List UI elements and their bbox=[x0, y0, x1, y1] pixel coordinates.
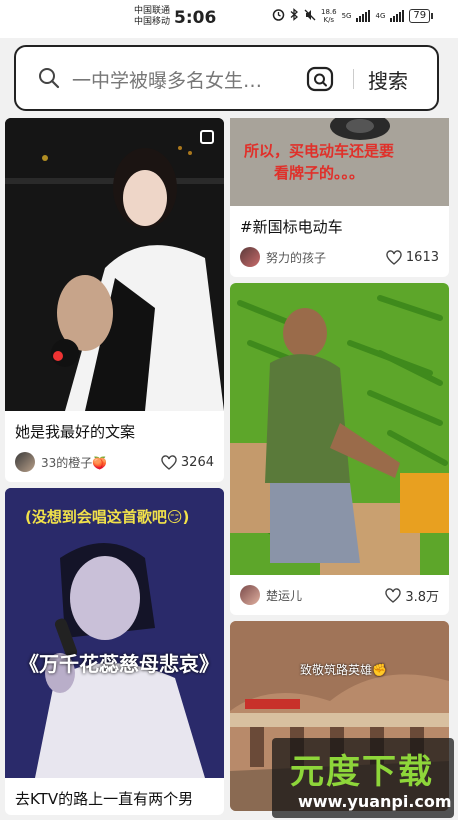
feed-card[interactable]: 楚运儿 3.8万 bbox=[230, 283, 449, 615]
card-image bbox=[230, 283, 449, 575]
like-button[interactable]: 3.8万 bbox=[385, 586, 439, 605]
divider bbox=[353, 69, 354, 89]
card-image: (没想到会唱这首歌吧😏) 《万千花蕊慈母悲哀》 bbox=[5, 488, 224, 778]
author-name[interactable]: 33的橙子🍑 bbox=[41, 454, 161, 471]
feed-card[interactable]: (没想到会唱这首歌吧😏) 《万千花蕊慈母悲哀》 去KTV的路上一直有两个男 bbox=[5, 488, 224, 815]
carrier-2: 中国移动 bbox=[134, 17, 171, 27]
avatar[interactable] bbox=[15, 452, 35, 472]
search-button[interactable]: 搜索 bbox=[368, 65, 408, 94]
battery-indicator: 79 bbox=[409, 9, 433, 23]
card-meta: 努力的孩子 1613 bbox=[230, 243, 449, 277]
feed-column-right: 所以，买电动车还是要 看牌子的。。。 #新国标电动车 努力的孩子 1613 楚运… bbox=[230, 118, 449, 817]
card-title: 她是我最好的文案 bbox=[15, 423, 136, 441]
network-type-1: 5G bbox=[341, 12, 352, 20]
avatar[interactable] bbox=[240, 247, 260, 267]
avatar[interactable] bbox=[240, 585, 260, 605]
signal-bars-2-icon bbox=[390, 10, 405, 22]
signal-bars-1-icon bbox=[356, 10, 371, 22]
like-count: 1613 bbox=[405, 249, 439, 265]
search-bar[interactable]: 一中学被曝多名女生… 搜索 bbox=[14, 45, 439, 111]
carrier-info: 中国联通 中国移动 bbox=[134, 6, 170, 28]
mute-icon bbox=[304, 9, 316, 24]
network-speed: 18.6 K/s bbox=[321, 8, 337, 24]
overlay-line-2: 看牌子的。。。 bbox=[274, 164, 365, 182]
card-title: #新国标电动车 bbox=[240, 218, 343, 236]
status-icons: 18.6 K/s 5G 4G 79 bbox=[272, 8, 433, 24]
like-button[interactable]: 1613 bbox=[386, 250, 439, 265]
heart-icon bbox=[386, 249, 402, 265]
card-overlay-caption: 所以，买电动车还是要 看牌子的。。。 bbox=[244, 140, 394, 184]
card-overlay-caption: (没想到会唱这首歌吧😏) bbox=[25, 508, 190, 526]
feed-card[interactable]: 她是我最好的文案 33的橙子🍑 3264 bbox=[5, 118, 224, 482]
speed-value: 18.6 bbox=[321, 8, 337, 16]
like-count: 3.8万 bbox=[405, 589, 439, 605]
site-watermark: 元度下载 www.yuanpi.com bbox=[272, 738, 454, 818]
status-bar: 中国联通 中国移动 5:06 18.6 K/s 5G 4G 79 bbox=[0, 0, 458, 38]
card-meta: 33的橙子🍑 3264 bbox=[5, 448, 224, 482]
network-type-2: 4G bbox=[375, 12, 386, 20]
card-image bbox=[5, 118, 224, 411]
carrier-1: 中国联通 bbox=[134, 6, 171, 16]
overlay-line-1: 所以，买电动车还是要 bbox=[244, 142, 395, 160]
feed-card[interactable]: 所以，买电动车还是要 看牌子的。。。 #新国标电动车 努力的孩子 1613 bbox=[230, 118, 449, 277]
content-feed[interactable]: 她是我最好的文案 33的橙子🍑 3264 (没想到会唱这首歌吧😏) 《万千花蕊慈… bbox=[0, 118, 458, 820]
card-overlay-caption: 致敬筑路英雄✊ bbox=[300, 663, 387, 677]
search-icon bbox=[38, 67, 60, 93]
card-title: 去KTV的路上一直有两个男 bbox=[15, 790, 194, 808]
speed-unit: K/s bbox=[323, 16, 335, 24]
like-button[interactable]: 3264 bbox=[161, 455, 214, 470]
watermark-url: www.yuanpi.com bbox=[298, 792, 452, 811]
bluetooth-icon bbox=[290, 8, 299, 24]
author-name[interactable]: 努力的孩子 bbox=[266, 249, 386, 266]
author-name[interactable]: 楚运儿 bbox=[266, 587, 385, 604]
multi-image-icon bbox=[200, 130, 214, 144]
like-count: 3264 bbox=[180, 454, 214, 470]
image-search-icon[interactable] bbox=[306, 66, 334, 96]
card-meta: 楚运儿 3.8万 bbox=[230, 575, 449, 615]
alarm-icon bbox=[272, 8, 285, 24]
clock: 5:06 bbox=[174, 8, 217, 28]
heart-icon bbox=[161, 454, 177, 470]
card-overlay-title: 《万千花蕊慈母悲哀》 bbox=[19, 652, 219, 676]
watermark-logo-text: 元度下载 bbox=[290, 752, 434, 792]
card-image: 所以，买电动车还是要 看牌子的。。。 bbox=[230, 118, 449, 206]
feed-column-left: 她是我最好的文案 33的橙子🍑 3264 (没想到会唱这首歌吧😏) 《万千花蕊慈… bbox=[5, 118, 224, 820]
heart-icon bbox=[385, 587, 402, 603]
search-input[interactable]: 一中学被曝多名女生… bbox=[72, 66, 294, 93]
